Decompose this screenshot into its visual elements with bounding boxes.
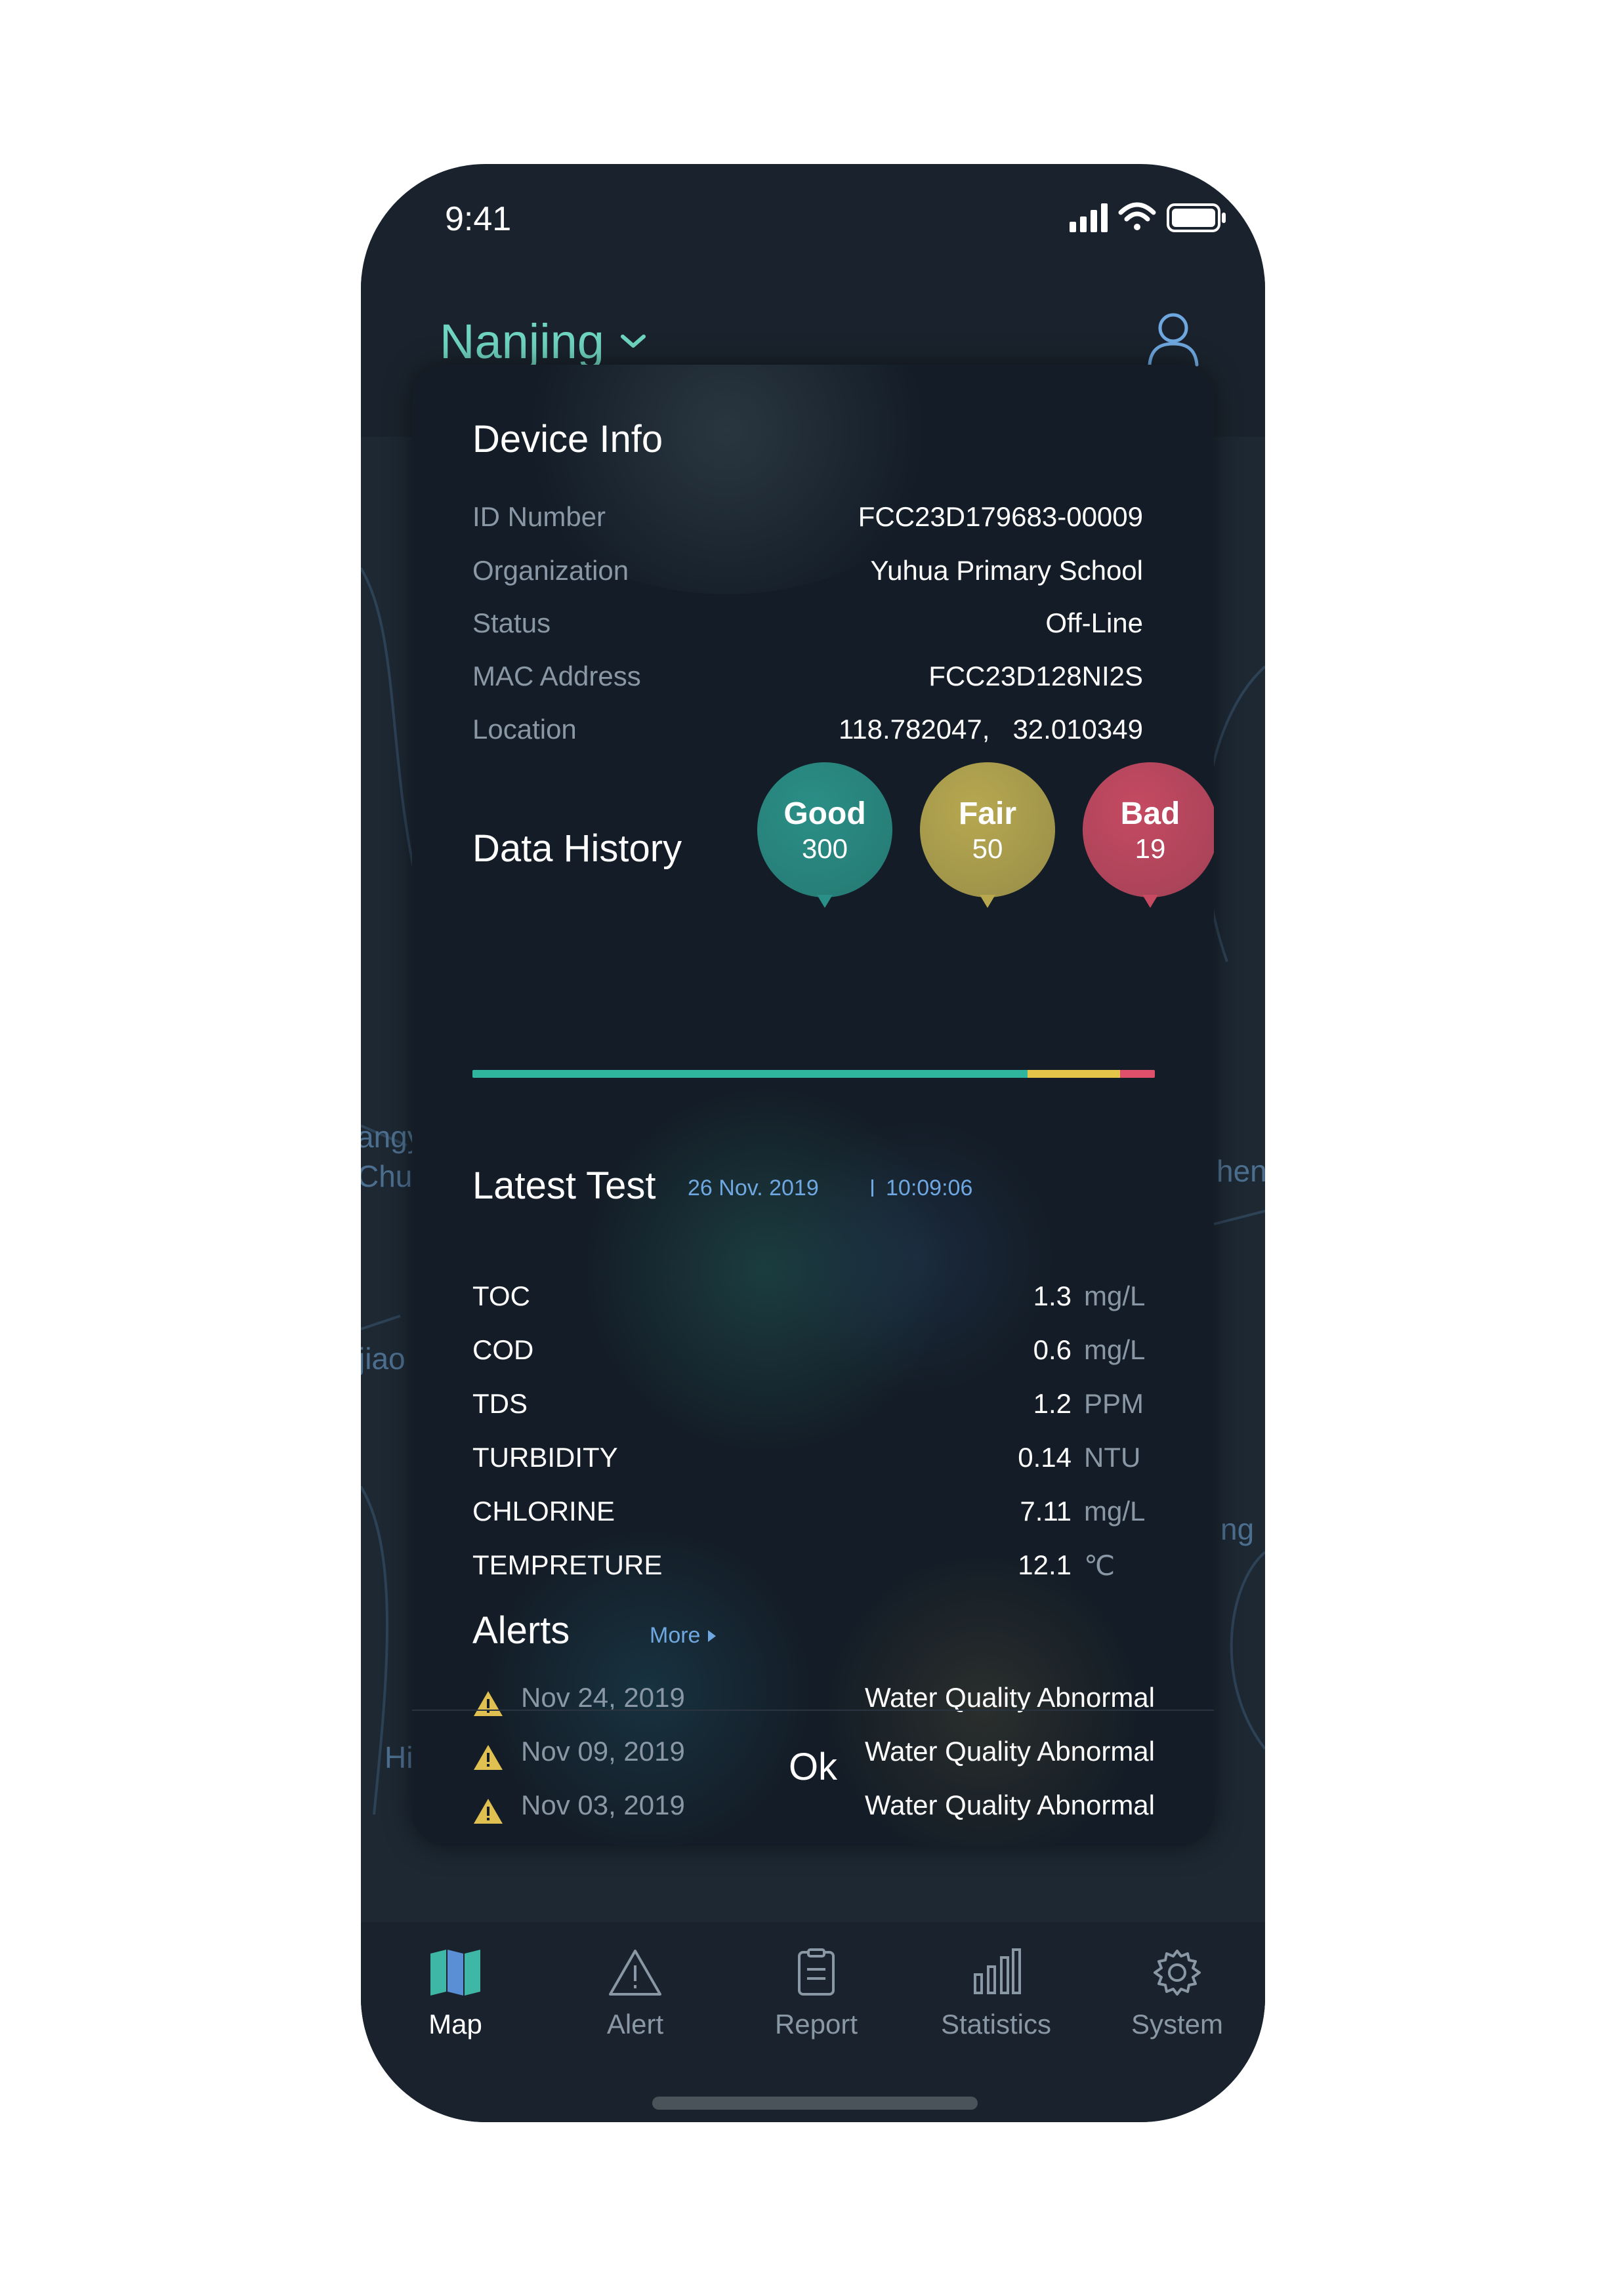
data-history-title: Data History	[472, 827, 682, 870]
status-value: Off-Line	[1045, 607, 1143, 638]
map-label: jiao	[361, 1342, 406, 1376]
tab-label: Map	[428, 2009, 482, 2040]
bad-count-bubble[interactable]: Bad 19	[1083, 762, 1214, 908]
organization-value: Yuhua Primary School	[870, 555, 1143, 586]
user-icon[interactable]	[1147, 311, 1199, 367]
city-selector[interactable]: Nanjing	[440, 314, 646, 369]
cod-label: COD	[472, 1334, 534, 1365]
alerts-more-link[interactable]: More	[650, 1623, 717, 1649]
location-value: 118.782047, 32.010349	[839, 714, 1143, 745]
more-label: More	[650, 1623, 701, 1648]
tds-label: TDS	[472, 1388, 528, 1419]
temperature-label: TEMPRETURE	[472, 1549, 663, 1580]
tab-label: Alert	[606, 2009, 664, 2040]
tab-bar: Map Alert Report Statistics System	[361, 1922, 1265, 2122]
device-info-title: Device Info	[472, 418, 663, 461]
date-time-separator	[871, 1179, 873, 1197]
toc-value: 1.3	[1033, 1281, 1072, 1311]
statistics-icon	[974, 1948, 1021, 1994]
map-icon	[430, 1950, 480, 1996]
map-label: Hi	[385, 1740, 413, 1774]
mac-address-value: FCC23D128NI2S	[928, 661, 1143, 691]
history-bar-fair-segment	[1027, 1070, 1120, 1078]
alert-icon	[609, 1950, 661, 1996]
tab-label: Report	[774, 2009, 858, 2040]
map-label: ng	[1220, 1512, 1255, 1546]
wifi-icon	[1118, 202, 1156, 230]
latest-test-title: Latest Test	[472, 1164, 656, 1207]
home-indicator	[652, 2097, 978, 2110]
good-count-bubble[interactable]: Good 300	[757, 762, 892, 908]
bubble-pointer	[1142, 895, 1158, 908]
turbidity-label: TURBIDITY	[472, 1442, 618, 1473]
latest-test-date: 26 Nov. 2019	[688, 1176, 819, 1200]
bubble-pointer	[980, 895, 995, 908]
history-bar-bad-segment	[1119, 1070, 1155, 1078]
chlorine-label: CHLORINE	[472, 1496, 615, 1527]
fair-count: 50	[972, 832, 1003, 864]
tab-system[interactable]: System	[1098, 1948, 1256, 2040]
bubble-pointer	[817, 895, 833, 908]
bad-count: 19	[1135, 832, 1166, 864]
data-history-bar	[472, 1070, 1155, 1078]
organization-label: Organization	[472, 555, 629, 586]
good-label: Good	[783, 796, 866, 831]
phone-frame: angy Chu: jiao Hi hen ng 9:41 Nanjing De…	[361, 164, 1265, 2122]
ok-button[interactable]: Ok	[747, 1741, 879, 1794]
location-label: Location	[472, 714, 577, 745]
id-number-value: FCC23D179683-00009	[858, 501, 1143, 532]
device-info-modal: Device Info ID Number FCC23D179683-00009…	[412, 365, 1214, 1846]
chevron-down-icon	[620, 334, 646, 348]
mac-address-label: MAC Address	[472, 661, 641, 691]
turbidity-unit: NTU	[1084, 1442, 1141, 1473]
tab-report[interactable]: Report	[738, 1948, 895, 2040]
status-bar: 9:41	[361, 164, 1265, 276]
status-time: 9:41	[445, 200, 512, 238]
status-label: Status	[472, 607, 551, 638]
tab-label: System	[1131, 2009, 1224, 2040]
tab-statistics[interactable]: Statistics	[917, 1948, 1075, 2040]
fair-count-bubble[interactable]: Fair 50	[920, 762, 1055, 908]
tab-label: Statistics	[940, 2009, 1052, 2040]
chlorine-unit: mg/L	[1084, 1496, 1146, 1527]
map-label: hen	[1217, 1154, 1265, 1188]
bad-label: Bad	[1120, 796, 1180, 831]
battery-icon	[1167, 203, 1226, 232]
status-icons	[1070, 198, 1234, 241]
chlorine-value: 7.11	[1020, 1496, 1072, 1527]
gear-icon	[1154, 1950, 1201, 1996]
triangle-right-icon	[708, 1630, 717, 1642]
toc-label: TOC	[472, 1281, 530, 1311]
city-name: Nanjing	[440, 314, 604, 369]
tds-unit: PPM	[1084, 1388, 1144, 1419]
tab-map[interactable]: Map	[377, 1948, 534, 2040]
cod-value: 0.6	[1033, 1334, 1072, 1365]
good-count: 300	[801, 832, 848, 864]
fair-label: Fair	[958, 796, 1017, 831]
toc-unit: mg/L	[1084, 1281, 1146, 1311]
tab-alert[interactable]: Alert	[556, 1948, 714, 2040]
tds-value: 1.2	[1033, 1388, 1072, 1419]
cod-unit: mg/L	[1084, 1334, 1146, 1365]
turbidity-value: 0.14	[1018, 1442, 1072, 1473]
temperature-value: 12.1	[1018, 1549, 1072, 1580]
report-icon	[798, 1948, 835, 1996]
alerts-title: Alerts	[472, 1609, 570, 1652]
signal-icon	[1070, 203, 1108, 232]
id-number-label: ID Number	[472, 501, 606, 532]
temperature-unit: ℃	[1084, 1550, 1115, 1581]
latest-test-time: 10:09:06	[886, 1176, 973, 1200]
history-bar-good-segment	[472, 1070, 1028, 1078]
glow-decoration	[583, 1086, 950, 1454]
